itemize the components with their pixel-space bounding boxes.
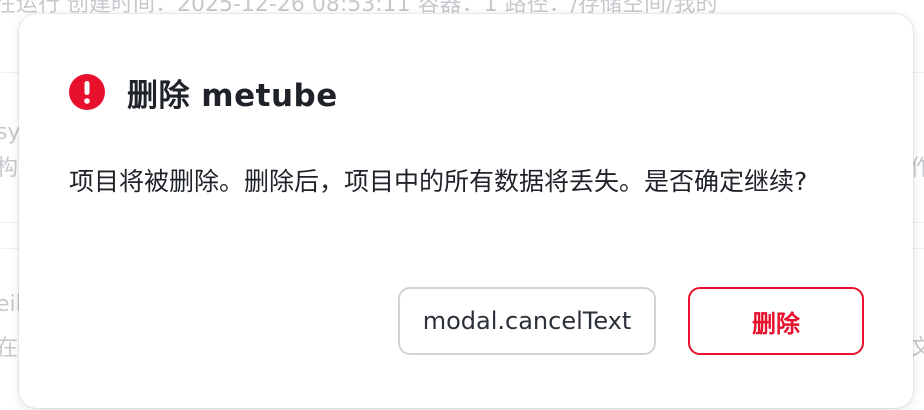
exclamation-circle-icon [69,74,105,110]
dialog-header: 删除 metube [69,72,338,114]
dialog-footer: modal.cancelText 删除 [398,287,864,355]
delete-confirm-dialog: 删除 metube 项目将被删除。删除后，项目中的所有数据将丢失。是否确定继续?… [19,14,913,408]
delete-button[interactable]: 删除 [688,287,864,355]
cancel-button[interactable]: modal.cancelText [398,287,656,355]
dialog-title: 删除 metube [127,77,338,114]
dialog-message: 项目将被删除。删除后，项目中的所有数据将丢失。是否确定继续? [69,167,808,196]
